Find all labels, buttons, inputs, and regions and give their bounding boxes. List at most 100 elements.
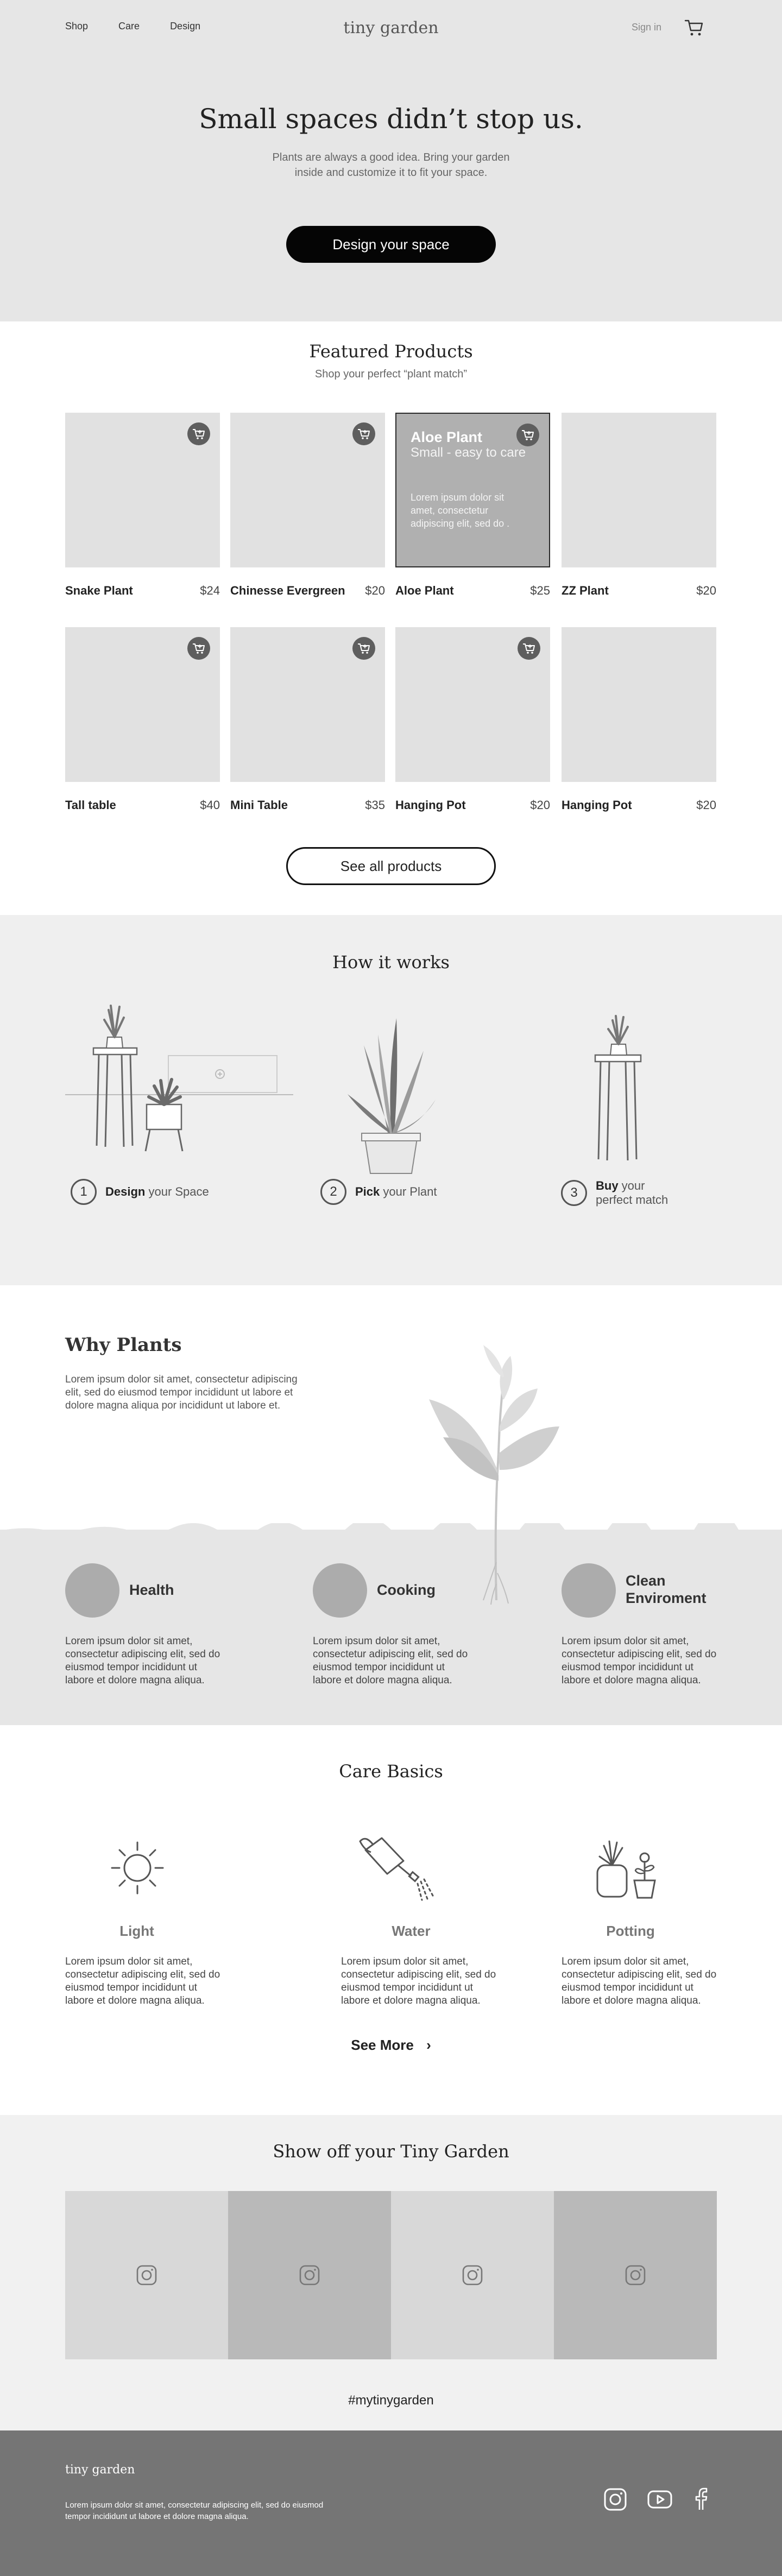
care-potting-label: Potting (606, 1923, 655, 1939)
product-name[interactable]: ZZ Plant (562, 584, 609, 598)
product-image[interactable] (65, 413, 220, 567)
design-your-space-button[interactable]: Design your space (286, 226, 496, 263)
hover-product-subtitle: Small - easy to care (411, 445, 526, 460)
product-image[interactable] (230, 413, 385, 567)
product-card-aloe-plant[interactable]: Aloe Plant Small - easy to care Lorem ipsu… (395, 413, 550, 598)
benefit-cooking-text: Lorem ipsum dolor sit amet, consectetur … (313, 1636, 468, 1686)
product-image[interactable] (562, 413, 716, 567)
why-text: Lorem ipsum dolor sit amet, consectetur … (65, 1374, 298, 1411)
product-image[interactable] (562, 627, 716, 782)
hero-title: Small spaces didn’t stop us. (199, 103, 583, 135)
instagram-photo-tile[interactable] (391, 2191, 554, 2359)
featured-subtitle: Shop your perfect “plant match” (314, 368, 468, 380)
product-card-hanging-pot[interactable]: Hanging Pot $20 (395, 627, 550, 812)
product-price: $20 (696, 584, 716, 597)
add-to-cart-icon[interactable] (187, 422, 210, 445)
why-plants-ground (0, 1530, 782, 1725)
product-card-hanging-pot[interactable]: Hanging Pot $20 (562, 627, 716, 812)
step-1: 1 Design your Space (71, 1179, 209, 1205)
why-title: Why Plants (65, 1334, 182, 1356)
sprout-illustration (429, 1345, 559, 1605)
benefit-health: Health Lorem ipsum dolor sit amet, conse… (65, 1563, 220, 1686)
product-price: $25 (530, 584, 550, 597)
product-card-chinesse-evergreen[interactable]: Chinesse Evergreen $20 (230, 413, 385, 598)
see-more-label: See More (351, 2037, 414, 2053)
product-price: $40 (200, 798, 220, 812)
step-1-text: Design your Space (105, 1185, 209, 1199)
add-to-cart-icon[interactable] (516, 424, 539, 446)
pick-plant-illustration (348, 1018, 436, 1174)
step-3-text: Buy your perfect match (596, 1179, 668, 1207)
product-meta: Hanging Pot $20 (395, 798, 550, 812)
see-more-link: See More › (0, 2037, 782, 2054)
care-basics-section: Care Basics Light Lorem ipsum dolor sit … (0, 1725, 782, 2115)
step-2-rest: your Plant (380, 1185, 437, 1198)
product-name[interactable]: Snake Plant (65, 584, 133, 598)
care-title: Care Basics (339, 1761, 443, 1782)
benefit-clean-environment: Clean Enviroment Lorem ipsum dolor sit a… (562, 1563, 716, 1686)
add-to-cart-icon[interactable] (187, 637, 210, 660)
instagram-section: Show off your Tiny Garden #mytinygarden (0, 2115, 782, 2430)
product-name[interactable]: Chinesse Evergreen (230, 584, 345, 598)
add-to-cart-icon[interactable] (518, 637, 540, 660)
benefit-clean-text: Lorem ipsum dolor sit amet, consectetur … (562, 1636, 717, 1686)
design-space-illustration (65, 1005, 293, 1152)
add-to-cart-icon[interactable] (352, 637, 375, 660)
hashtag: #mytinygarden (348, 2393, 434, 2408)
add-to-cart-icon[interactable] (352, 422, 375, 445)
product-meta: Hanging Pot $20 (562, 798, 716, 812)
product-name[interactable]: Hanging Pot (562, 798, 632, 812)
step-1-rest: your Space (145, 1185, 209, 1198)
hero-subtitle: Plants are always a good idea. Bring you… (0, 150, 782, 180)
facebook-icon[interactable] (689, 2487, 714, 2512)
product-image[interactable]: Aloe Plant Small - easy to care Lorem ipsu… (395, 413, 550, 567)
featured-title: Featured Products (309, 341, 473, 362)
product-image[interactable] (65, 627, 220, 782)
hero-subtitle-line1: Plants are always a good idea. Bring you… (272, 151, 510, 163)
product-meta: Snake Plant $24 (65, 584, 220, 598)
step-1-number: 1 (71, 1179, 97, 1205)
instagram-photo-tile[interactable] (554, 2191, 717, 2359)
product-name[interactable]: Aloe Plant (395, 584, 454, 598)
instagram-icon (136, 2265, 157, 2285)
hero-subtitle-line2: inside and customize it to fit your spac… (294, 167, 488, 179)
see-all-products-button[interactable]: See all products (286, 847, 496, 885)
product-card-tall-table[interactable]: Tall table $40 (65, 627, 220, 812)
benefit-clean-label: Clean Enviroment (626, 1572, 707, 1607)
instagram-icon (299, 2265, 320, 2285)
nav-design-link[interactable]: Design (170, 21, 200, 32)
cart-icon[interactable] (684, 18, 704, 37)
nav-care-link[interactable]: Care (118, 21, 140, 32)
product-card-snake-plant[interactable]: Snake Plant $24 (65, 413, 220, 598)
step-3-line2: perfect match (596, 1193, 669, 1207)
product-card-zz-plant[interactable]: ZZ Plant $20 (562, 413, 716, 598)
step-3-bold: Buy (596, 1179, 619, 1192)
footer-text: Lorem ipsum dolor sit amet, consectetur … (65, 2501, 324, 2521)
care-potting-text: Lorem ipsum dolor sit amet, consectetur … (562, 1956, 717, 2006)
step-3-rest: your (618, 1179, 645, 1192)
step-3-number: 3 (561, 1180, 587, 1206)
benefit-clean-label-line1: Clean (626, 1573, 666, 1589)
benefit-health-text: Lorem ipsum dolor sit amet, consectetur … (65, 1636, 220, 1686)
sign-in-link[interactable]: Sign in (632, 22, 661, 33)
benefit-cooking-image (313, 1563, 367, 1618)
product-meta: Mini Table $35 (230, 798, 385, 812)
care-water-text: Lorem ipsum dolor sit amet, consectetur … (341, 1956, 496, 2006)
product-card-mini-table[interactable]: Mini Table $35 (230, 627, 385, 812)
why-plants-section: Why Plants Lorem ipsum dolor sit amet, c… (0, 1285, 782, 1725)
product-name[interactable]: Tall table (65, 798, 116, 812)
nav-shop-link[interactable]: Shop (65, 21, 88, 32)
product-name[interactable]: Mini Table (230, 798, 288, 812)
instagram-photo-tile[interactable] (228, 2191, 391, 2359)
product-image[interactable] (230, 627, 385, 782)
step-2-bold: Pick (355, 1185, 380, 1198)
step-2-number: 2 (320, 1179, 346, 1205)
product-price: $20 (365, 584, 385, 597)
youtube-icon[interactable] (647, 2487, 672, 2512)
product-image[interactable] (395, 627, 550, 782)
instagram-icon[interactable] (603, 2487, 628, 2512)
how-title: How it works (332, 952, 450, 973)
product-name[interactable]: Hanging Pot (395, 798, 466, 812)
instagram-photo-tile[interactable] (65, 2191, 228, 2359)
see-more-button[interactable]: See More › (351, 2037, 431, 2053)
